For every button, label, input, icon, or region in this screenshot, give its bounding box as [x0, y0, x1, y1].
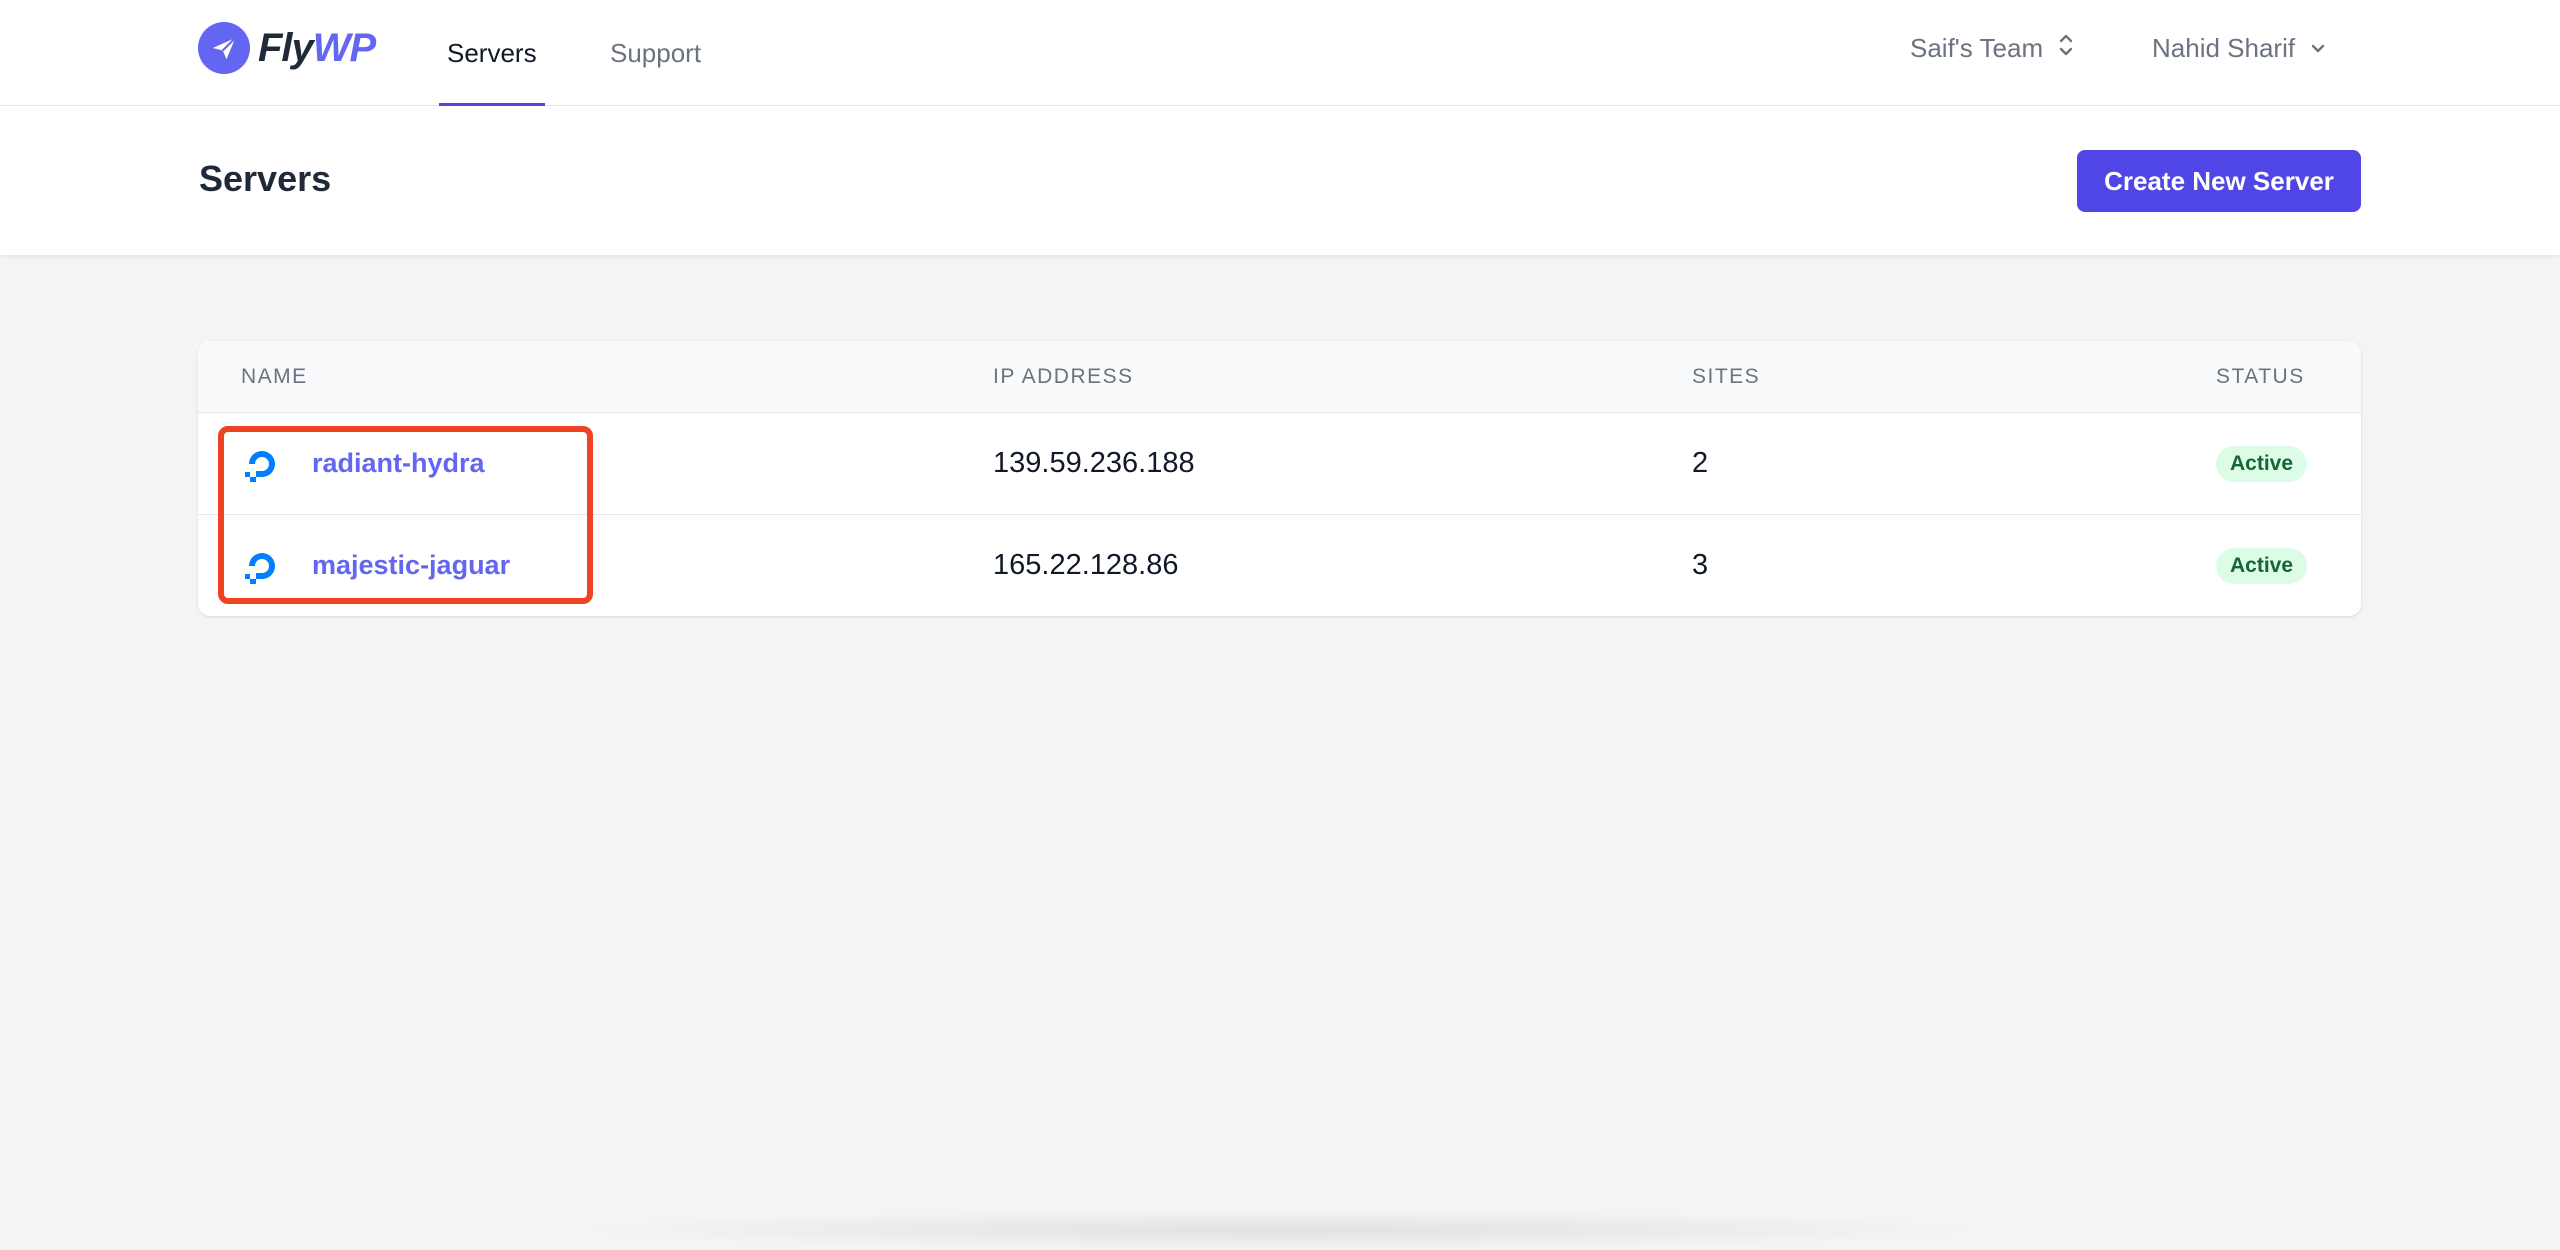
status-badge: Active	[2216, 445, 2308, 482]
digitalocean-icon	[245, 552, 275, 584]
digitalocean-icon	[245, 450, 275, 482]
status-cell: Active	[2216, 413, 2308, 514]
team-switcher[interactable]: Saif's Team	[1910, 0, 2075, 96]
create-new-server-button[interactable]: Create New Server	[2077, 150, 2361, 212]
server-link[interactable]: radiant-hydra	[312, 448, 485, 479]
page-header: Servers Create New Server	[0, 106, 2560, 255]
status-badge: Active	[2216, 547, 2308, 584]
nav-servers[interactable]: Servers	[439, 0, 545, 106]
column-header-ip: IP ADDRESS	[993, 365, 1134, 388]
table-row[interactable]: majestic-jaguar 165.22.128.86 3 Active	[198, 514, 2361, 615]
server-name-cell: majestic-jaguar	[240, 515, 510, 616]
server-name-cell: radiant-hydra	[240, 413, 485, 514]
flywp-logo[interactable]: FlyWP	[198, 22, 376, 74]
bottom-shadow	[560, 1210, 2000, 1250]
table-header: NAME IP ADDRESS SITES STATUS	[198, 341, 2361, 413]
user-menu[interactable]: Nahid Sharif	[2152, 0, 2327, 96]
table-row[interactable]: radiant-hydra 139.59.236.188 2 Active	[198, 413, 2361, 514]
top-navigation: FlyWP Servers Support Saif's Team Nahid …	[0, 0, 2560, 106]
column-header-name: NAME	[241, 365, 308, 388]
team-name: Saif's Team	[1910, 32, 2044, 63]
column-header-status: STATUS	[2216, 365, 2305, 388]
status-cell: Active	[2216, 515, 2308, 616]
logo-wordmark: FlyWP	[258, 25, 376, 70]
servers-table: NAME IP ADDRESS SITES STATUS radiant-hyd…	[198, 341, 2361, 616]
chevron-up-down-icon	[2057, 32, 2075, 65]
column-header-sites: SITES	[1692, 365, 1761, 388]
sites-count: 3	[1692, 549, 1709, 581]
server-link[interactable]: majestic-jaguar	[312, 550, 510, 581]
ip-address: 139.59.236.188	[993, 447, 1195, 479]
paper-plane-icon	[198, 22, 250, 74]
nav-support[interactable]: Support	[602, 0, 709, 106]
page-title: Servers	[199, 158, 332, 199]
chevron-down-icon	[2309, 33, 2327, 64]
ip-address: 165.22.128.86	[993, 549, 1179, 581]
sites-count: 2	[1692, 447, 1709, 479]
user-name: Nahid Sharif	[2152, 32, 2296, 63]
